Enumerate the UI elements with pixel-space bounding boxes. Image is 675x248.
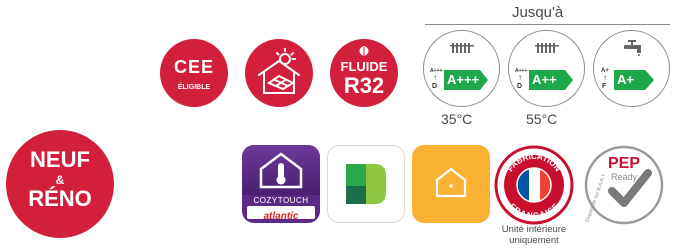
reno-label: RÉNO (28, 186, 92, 211)
solar-house-badge (245, 39, 313, 107)
atlantic-brand-label: atlantic (263, 211, 299, 222)
cozytouch-name: COZYTOUCH (253, 196, 309, 205)
cee-label: CEE (173, 57, 214, 77)
fabrication-francaise-badge: FABRICATION FRANÇAISE (494, 145, 574, 225)
green-blocks-icon (346, 164, 386, 204)
up-to-label: Jusqu'à (512, 4, 564, 21)
energy-scale-bottom: D (432, 83, 438, 90)
neuf-label: NEUF (30, 147, 90, 172)
energy-scale-arrow-icon: ↑ (518, 73, 522, 82)
energy-badge-heating-35: A+++ ↑ D A+++ (423, 30, 500, 107)
energy-rating-label: A+ (617, 72, 634, 87)
solar-house-icon (258, 48, 300, 94)
energy-badge-heating-55: A+++ ↑ D A++ (508, 30, 585, 107)
energy-scale-arrow-icon: ↑ (603, 73, 607, 82)
cee-eligible-label: ÉLIGIBLE (177, 84, 211, 91)
orange-app-icon (412, 145, 490, 223)
fluide-label: FLUIDE (340, 59, 388, 74)
energy-scale-bottom: D (517, 83, 523, 90)
fabrication-seal-icon: FABRICATION FRANÇAISE (494, 145, 574, 225)
energy-rating-label: A++ (532, 72, 557, 87)
fluide-r32-badge: FLUIDE R32 (330, 39, 398, 107)
neuf-reno-badge: NEUF & RÉNO (6, 130, 114, 238)
faucet-icon (624, 40, 641, 56)
energy-badge-hot-water: A+ ↑ F A+ (593, 30, 670, 107)
thermometer-house-icon (259, 152, 303, 189)
energy-rating-arrow: A+++ (444, 70, 488, 90)
pep-title: PEP (607, 155, 640, 172)
radiator-icon (535, 43, 559, 53)
energy-scale-bottom: F (602, 83, 607, 90)
pep-ready-badge: PEP Ready Disponible sur B.A.R.T (584, 145, 664, 225)
energy-rating-arrow: A+ (614, 70, 654, 90)
cee-badge: CEE ÉLIGIBLE (160, 39, 228, 107)
r32-label: R32 (343, 73, 385, 98)
energy-rating-label: A+++ (447, 72, 480, 87)
pep-ready-label: Ready (610, 172, 637, 182)
fabrication-note-line2: uniquement (509, 235, 559, 246)
energy-scale-arrow-icon: ↑ (433, 73, 437, 82)
fabrication-note-line1: Unité intérieure (501, 224, 567, 235)
radiator-icon (450, 43, 474, 53)
green-app-icon (327, 145, 405, 223)
energy-temp-label: 35°C (441, 111, 473, 127)
energy-rating-arrow: A++ (529, 70, 573, 90)
leaf-icon (359, 46, 369, 56)
house-outline-icon (435, 167, 467, 198)
energy-temp-label: 55°C (526, 111, 558, 127)
cozytouch-app-icon: COZYTOUCH atlantic (242, 145, 320, 223)
header-divider (425, 24, 670, 25)
atlantic-brand: atlantic (247, 206, 315, 222)
ampersand-label: & (55, 173, 65, 187)
